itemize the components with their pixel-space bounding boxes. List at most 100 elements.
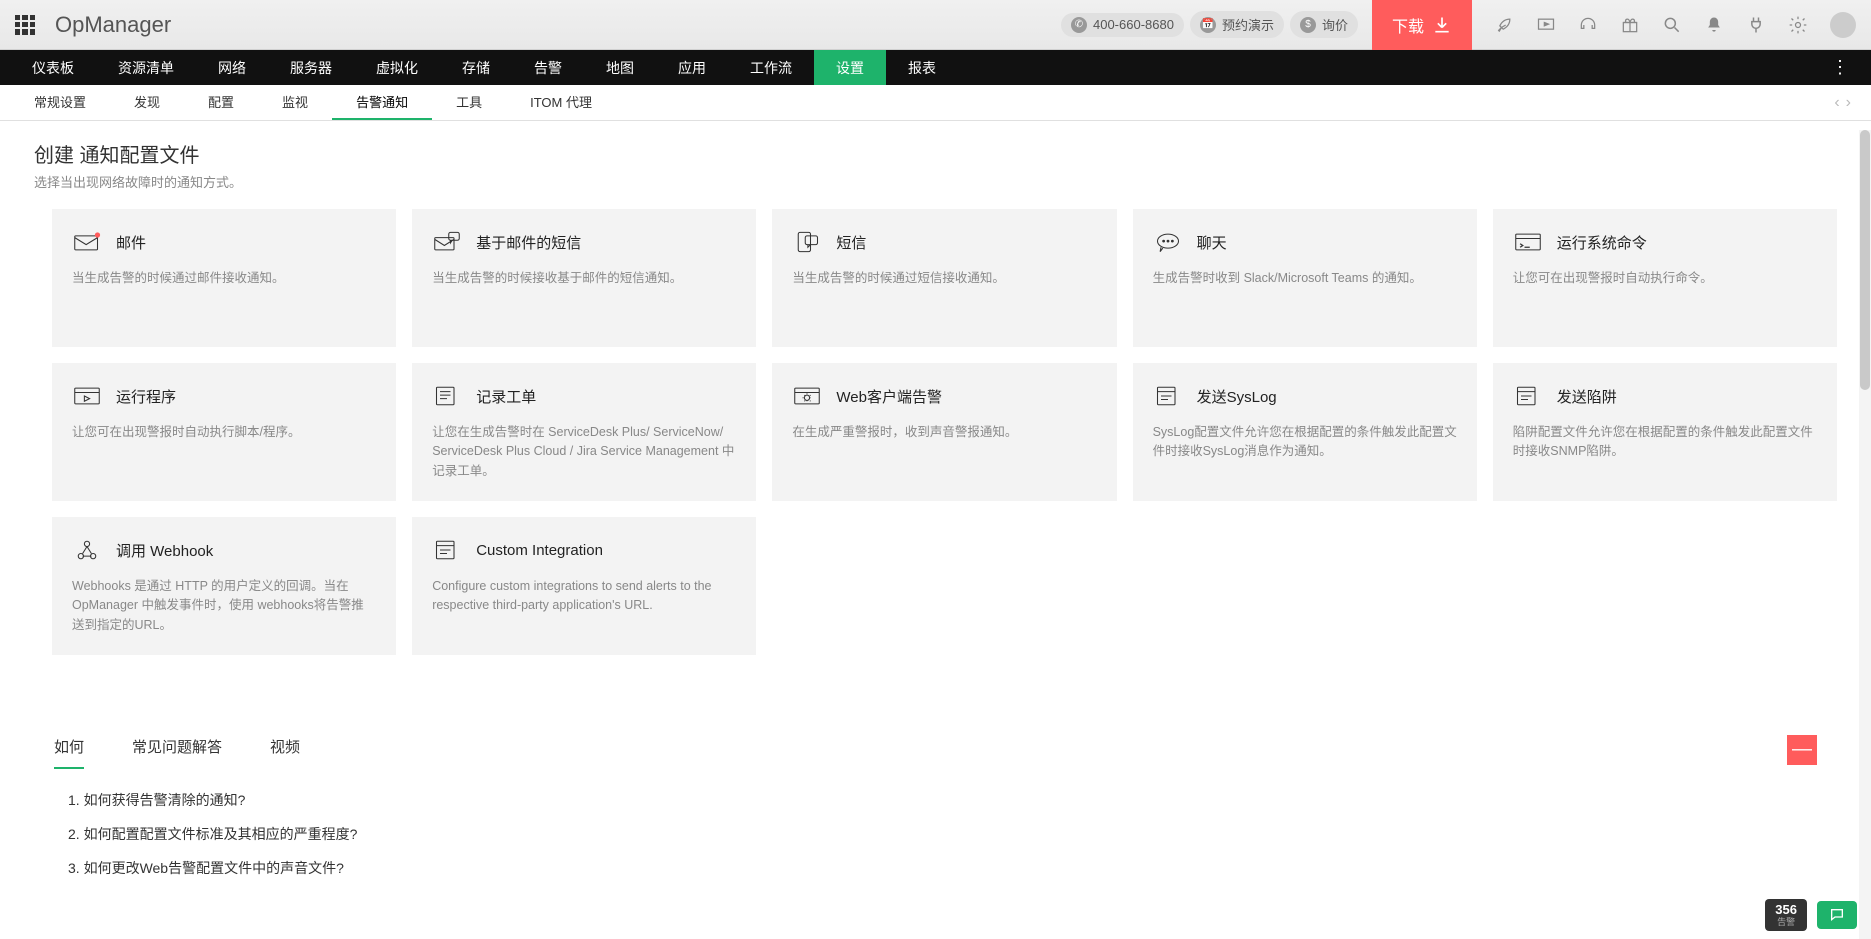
main-nav-设置[interactable]: 设置 <box>814 50 886 85</box>
main-nav-资源清单[interactable]: 资源清单 <box>96 50 196 85</box>
rocket-icon[interactable] <box>1494 15 1514 35</box>
card-title: 运行系统命令 <box>1557 232 1647 253</box>
chevron-left-icon[interactable]: ‹ <box>1834 94 1839 112</box>
sub-nav-工具[interactable]: 工具 <box>432 85 506 120</box>
alert-count-label: 告警 <box>1777 918 1795 927</box>
ticket-icon <box>432 383 462 409</box>
profile-card-sms[interactable]: 短信当生成告警的时候通过短信接收通知。 <box>772 209 1116 347</box>
chat-icon <box>1153 229 1183 255</box>
mail-icon <box>72 229 102 255</box>
sub-nav-ITOM 代理[interactable]: ITOM 代理 <box>506 85 616 120</box>
header-right: ✆ 400-660-8680 📅 预约演示 $ 询价 下载 <box>1061 0 1856 50</box>
card-title: 运行程序 <box>116 386 176 407</box>
card-title: 短信 <box>836 232 866 253</box>
presentation-icon[interactable] <box>1536 15 1556 35</box>
apps-grid-icon[interactable] <box>15 15 35 35</box>
bell-icon[interactable] <box>1704 15 1724 35</box>
profile-card-webhook[interactable]: 调用 WebhookWebhooks 是通过 HTTP 的用户定义的回调。当在 … <box>52 517 396 655</box>
card-title: 发送SysLog <box>1197 386 1277 407</box>
help-section: 如何 常见问题解答 视频 — 1. 如何获得告警清除的通知? 2. 如何配置配置文件标… <box>34 730 1837 878</box>
alert-count-chip[interactable]: 356 告警 <box>1765 899 1807 931</box>
chat-chip[interactable] <box>1817 901 1857 929</box>
main-nav-仪表板[interactable]: 仪表板 <box>10 50 96 85</box>
main-nav-工作流[interactable]: 工作流 <box>728 50 814 85</box>
command-icon <box>1513 229 1543 255</box>
sub-nav-常规设置[interactable]: 常规设置 <box>10 85 110 120</box>
main-nav-地图[interactable]: 地图 <box>584 50 656 85</box>
phone-icon: ✆ <box>1071 17 1087 33</box>
profile-card-trap[interactable]: 发送陷阱陷阱配置文件允许您在根据配置的条件触发此配置文件时接收SNMP陷阱。 <box>1493 363 1837 501</box>
headset-icon[interactable] <box>1578 15 1598 35</box>
help-item-0[interactable]: 1. 如何获得告警清除的通知? <box>68 790 1817 810</box>
page-title: 创建 通知配置文件 <box>34 139 1837 168</box>
profile-card-command[interactable]: 运行系统命令让您可在出现警报时自动执行命令。 <box>1493 209 1837 347</box>
sub-nav-arrows: ‹ › <box>1834 85 1861 120</box>
card-description: 当生成告警的时候通过短信接收通知。 <box>792 269 1096 288</box>
webhook-icon <box>72 537 102 563</box>
sub-nav-配置[interactable]: 配置 <box>184 85 258 120</box>
page-subtitle: 选择当出现网络故障时的通知方式。 <box>34 172 1837 191</box>
footer-chips: 356 告警 <box>1765 899 1857 931</box>
gift-icon[interactable] <box>1620 15 1640 35</box>
card-description: 让您可在出现警报时自动执行脚本/程序。 <box>72 423 376 442</box>
top-header: OpManager ✆ 400-660-8680 📅 预约演示 $ 询价 下载 <box>0 0 1871 50</box>
scrollbar-thumb[interactable] <box>1860 130 1870 390</box>
main-nav-网络[interactable]: 网络 <box>196 50 268 85</box>
chat-bubble-icon <box>1828 907 1846 923</box>
main-nav-虚拟化[interactable]: 虚拟化 <box>354 50 440 85</box>
sub-nav-发现[interactable]: 发现 <box>110 85 184 120</box>
sms-icon <box>792 229 822 255</box>
gear-icon[interactable] <box>1788 15 1808 35</box>
profile-card-ticket[interactable]: 记录工单让您在生成告警时在 ServiceDesk Plus/ ServiceN… <box>412 363 756 501</box>
quote-label: 询价 <box>1322 15 1348 34</box>
sub-nav-监视[interactable]: 监视 <box>258 85 332 120</box>
help-item-1[interactable]: 2. 如何配置配置文件标准及其相应的严重程度? <box>68 824 1817 844</box>
help-list: 1. 如何获得告警清除的通知? 2. 如何配置配置文件标准及其相应的严重程度? 3.… <box>54 790 1817 878</box>
profile-card-mail-sms[interactable]: 基于邮件的短信当生成告警的时候接收基于邮件的短信通知。 <box>412 209 756 347</box>
main-nav-存储[interactable]: 存储 <box>440 50 512 85</box>
profile-card-chat[interactable]: 聊天生成告警时收到 Slack/Microsoft Teams 的通知。 <box>1133 209 1477 347</box>
profile-card-program[interactable]: 运行程序让您可在出现警报时自动执行脚本/程序。 <box>52 363 396 501</box>
help-tabs: 如何 常见问题解答 视频 <box>54 730 300 769</box>
main-nav-报表[interactable]: 报表 <box>886 50 958 85</box>
help-tab-1[interactable]: 常见问题解答 <box>132 730 222 769</box>
card-description: 当生成告警的时候通过邮件接收通知。 <box>72 269 376 288</box>
profile-card-syslog[interactable]: 发送SysLogSysLog配置文件允许您在根据配置的条件触发此配置文件时接收S… <box>1133 363 1477 501</box>
help-item-2[interactable]: 3. 如何更改Web告警配置文件中的声音文件? <box>68 858 1817 878</box>
phone-number: 400-660-8680 <box>1093 17 1174 32</box>
nav-more-icon[interactable]: ⋮ <box>1819 50 1861 85</box>
scrollbar-track[interactable] <box>1859 130 1871 939</box>
demo-pill[interactable]: 📅 预约演示 <box>1190 11 1284 38</box>
card-title: Custom Integration <box>476 542 603 559</box>
card-description: 陷阱配置文件允许您在根据配置的条件触发此配置文件时接收SNMP陷阱。 <box>1513 423 1817 462</box>
demo-label: 预约演示 <box>1222 15 1274 34</box>
main-nav-服务器[interactable]: 服务器 <box>268 50 354 85</box>
calendar-icon: 📅 <box>1200 17 1216 33</box>
phone-pill[interactable]: ✆ 400-660-8680 <box>1061 13 1184 37</box>
dollar-icon: $ <box>1300 17 1316 33</box>
web-alarm-icon <box>792 383 822 409</box>
sub-nav: 常规设置发现配置监视告警通知工具ITOM 代理 ‹ › <box>0 85 1871 121</box>
main-nav: 仪表板资源清单网络服务器虚拟化存储告警地图应用工作流设置报表 ⋮ <box>0 50 1871 85</box>
plug-icon[interactable] <box>1746 15 1766 35</box>
card-description: 让您可在出现警报时自动执行命令。 <box>1513 269 1817 288</box>
alert-count: 356 <box>1775 903 1797 916</box>
quote-pill[interactable]: $ 询价 <box>1290 11 1358 38</box>
card-title: 聊天 <box>1197 232 1227 253</box>
search-icon[interactable] <box>1662 15 1682 35</box>
collapse-button[interactable]: — <box>1787 735 1817 765</box>
profile-card-mail[interactable]: 邮件当生成告警的时候通过邮件接收通知。 <box>52 209 396 347</box>
card-description: 在生成严重警报时，收到声音警报通知。 <box>792 423 1096 442</box>
card-title: Web客户端告警 <box>836 386 942 407</box>
main-nav-应用[interactable]: 应用 <box>656 50 728 85</box>
syslog-icon <box>1153 383 1183 409</box>
profile-card-web-alarm[interactable]: Web客户端告警在生成严重警报时，收到声音警报通知。 <box>772 363 1116 501</box>
profile-card-custom[interactable]: Custom IntegrationConfigure custom integ… <box>412 517 756 655</box>
user-avatar[interactable] <box>1830 12 1856 38</box>
chevron-right-icon[interactable]: › <box>1846 94 1851 112</box>
sub-nav-告警通知[interactable]: 告警通知 <box>332 85 432 120</box>
main-nav-告警[interactable]: 告警 <box>512 50 584 85</box>
help-tab-0[interactable]: 如何 <box>54 730 84 769</box>
help-tab-2[interactable]: 视频 <box>270 730 300 769</box>
download-button[interactable]: 下载 <box>1372 0 1472 50</box>
